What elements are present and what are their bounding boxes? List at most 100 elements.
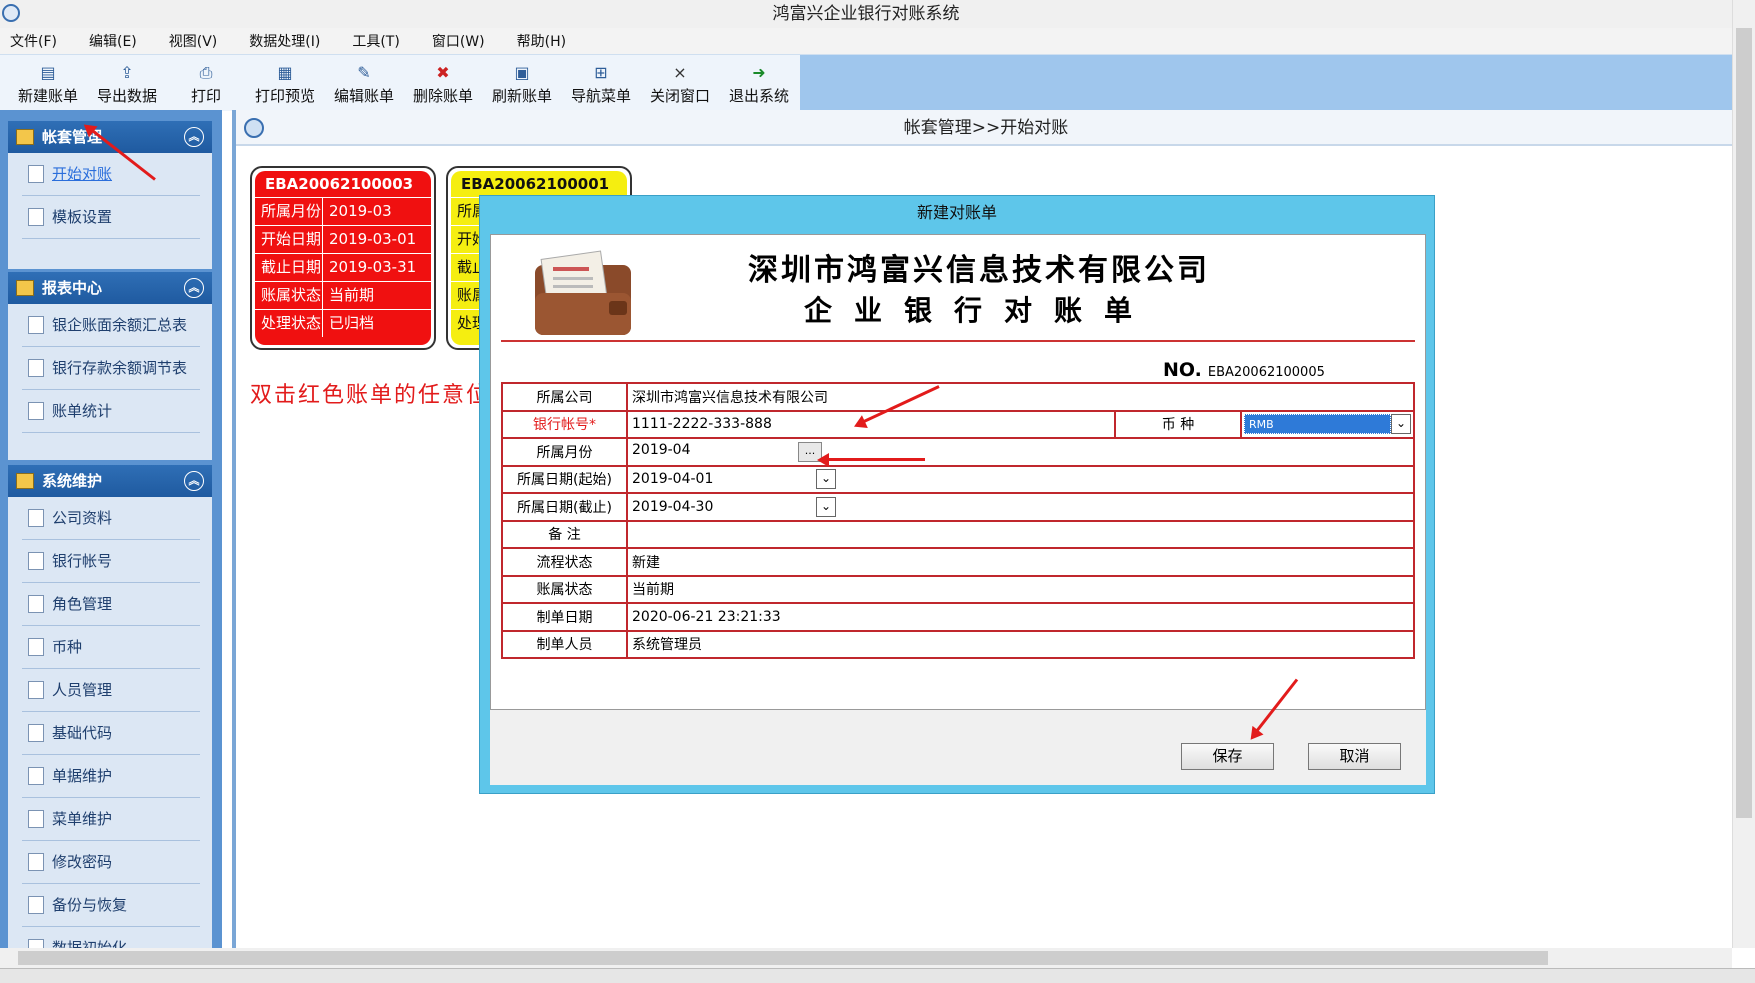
- note-field[interactable]: [626, 519, 1415, 549]
- collapse-icon[interactable]: ︽: [184, 471, 204, 491]
- scroll-thumb[interactable]: [18, 951, 1548, 965]
- sidebar-item-staff[interactable]: 人员管理: [22, 669, 200, 712]
- app-icon: [2, 4, 20, 22]
- sidebar-item-start-reconcile[interactable]: 开始对账: [22, 153, 200, 196]
- refresh-bill-button[interactable]: ▣ 刷新账单: [484, 57, 560, 109]
- document-icon: [28, 939, 44, 948]
- menu-view[interactable]: 视图(V): [165, 31, 222, 51]
- document-icon: [28, 853, 44, 871]
- bill-key: 处理状态: [255, 310, 323, 337]
- sidebar-item-template[interactable]: 模板设置: [22, 196, 200, 239]
- bill-number-value: EBA20062100005: [1207, 365, 1325, 380]
- collapse-icon[interactable]: ︽: [184, 127, 204, 147]
- new-bill-dialog: 新建对账单 深圳市鸿富兴信息技术有限公司 企业银行对账单 NO. EBA20062…: [479, 195, 1435, 794]
- currency-select[interactable]: RMB ⌄: [1244, 413, 1411, 435]
- start-date-field[interactable]: 2019-04-01: [632, 471, 816, 487]
- account-field[interactable]: 1111-2222-333-888: [626, 409, 1116, 439]
- vertical-scrollbar[interactable]: [1732, 0, 1755, 948]
- scroll-thumb[interactable]: [1736, 28, 1752, 818]
- horizontal-scrollbar[interactable]: [0, 948, 1732, 968]
- breadcrumb: 帐套管理>>开始对账: [903, 118, 1069, 138]
- status-bar: [0, 968, 1755, 983]
- print-preview-button[interactable]: ▦ 打印预览: [247, 57, 323, 109]
- delete-bill-button[interactable]: ✖ 删除账单: [405, 57, 481, 109]
- document-icon: [28, 165, 44, 183]
- export-icon: ⇪: [120, 63, 134, 82]
- menu-help[interactable]: 帮助(H): [513, 31, 570, 51]
- bill-number: NO. EBA20062100005: [1163, 359, 1325, 381]
- company-field[interactable]: 深圳市鸿富兴信息技术有限公司: [626, 382, 1415, 412]
- document-title: 企业银行对账单: [803, 294, 1154, 327]
- menu-data[interactable]: 数据处理(I): [245, 31, 324, 51]
- group-header[interactable]: 报表中心 ︽: [8, 272, 212, 304]
- currency-label: 币 种: [1114, 409, 1242, 439]
- chevron-down-icon[interactable]: ⌄: [1391, 414, 1411, 435]
- window-titlebar: 鸿富兴企业银行对账系统: [0, 0, 1732, 28]
- window-title: 鸿富兴企业银行对账系统: [772, 4, 960, 24]
- menu-file[interactable]: 文件(F): [6, 31, 61, 51]
- sidebar-item-bill-stats[interactable]: 账单统计: [22, 390, 200, 433]
- note-label: 备 注: [501, 519, 628, 549]
- export-data-button[interactable]: ⇪ 导出数据: [89, 57, 165, 109]
- sidebar-item-menus[interactable]: 菜单维护: [22, 798, 200, 841]
- end-date-field[interactable]: 2019-04-30: [632, 499, 816, 515]
- sidebar-item-balance-summary[interactable]: 银企账面余额汇总表: [22, 304, 200, 347]
- company-name: 深圳市鸿富兴信息技术有限公司: [748, 253, 1210, 288]
- menu-window[interactable]: 窗口(W): [428, 31, 489, 51]
- collapse-icon[interactable]: ︽: [184, 278, 204, 298]
- document-icon: [28, 359, 44, 377]
- new-doc-icon: ▤: [40, 63, 56, 82]
- menu-tools[interactable]: 工具(T): [348, 31, 403, 51]
- sidebar-item-backup[interactable]: 备份与恢复: [22, 884, 200, 927]
- document-icon: [28, 208, 44, 226]
- bill-no: EBA20062100001: [461, 175, 610, 193]
- close-window-button[interactable]: × 关闭窗口: [642, 57, 718, 109]
- end-date-cell: 2019-04-30 ⌄: [626, 492, 1415, 522]
- flow-status-label: 流程状态: [501, 547, 628, 577]
- sidebar-item-documents[interactable]: 单据维护: [22, 755, 200, 798]
- bill-value: 已归档: [329, 314, 375, 332]
- document-icon: [28, 509, 44, 527]
- currency-cell: RMB ⌄: [1240, 409, 1415, 439]
- sidebar-item-currency[interactable]: 币种: [22, 626, 200, 669]
- save-button[interactable]: 保存: [1181, 743, 1274, 770]
- create-date-label: 制单日期: [501, 602, 628, 632]
- print-button[interactable]: ⎙ 打印: [168, 57, 244, 109]
- menu-edit[interactable]: 编辑(E): [85, 31, 141, 51]
- end-date-label: 所属日期(截止): [501, 492, 628, 522]
- sidebar-item-base-codes[interactable]: 基础代码: [22, 712, 200, 755]
- create-date-value: 2020-06-21 23:21:33: [626, 602, 1415, 632]
- exit-system-button[interactable]: ➜ 退出系统: [721, 57, 797, 109]
- dialog-footer: 保存 取消: [490, 710, 1426, 785]
- sidebar-item-bank-account[interactable]: 银行帐号: [22, 540, 200, 583]
- chevron-down-icon[interactable]: ⌄: [816, 469, 836, 490]
- edit-bill-button[interactable]: ✎ 编辑账单: [326, 57, 402, 109]
- title-divider: [501, 340, 1415, 342]
- chevron-down-icon[interactable]: ⌄: [816, 496, 836, 517]
- dialog-title: 新建对账单: [916, 203, 997, 222]
- content-header: 帐套管理>>开始对账: [236, 110, 1736, 146]
- sidebar: 帐套管理 ︽ 开始对账 模板设置 报表中心 ︽ 银企账面余额汇总表 银行存款余额调节…: [0, 110, 222, 948]
- sidebar-item-company[interactable]: 公司资料: [22, 497, 200, 540]
- bill-no: EBA20062100003: [265, 175, 414, 193]
- flow-status-value: 新建: [626, 547, 1415, 577]
- month-field[interactable]: 2019-04: [632, 442, 798, 458]
- document-icon: [28, 638, 44, 656]
- group-header[interactable]: 帐套管理 ︽: [8, 121, 212, 153]
- sidebar-item-roles[interactable]: 角色管理: [22, 583, 200, 626]
- cancel-button[interactable]: 取消: [1308, 743, 1401, 770]
- nav-menu-button[interactable]: ⊞ 导航菜单: [563, 57, 639, 109]
- grid-icon: [16, 129, 34, 145]
- bill-key: 账属状态: [255, 282, 323, 309]
- bill-value: 2019-03: [329, 202, 392, 220]
- sidebar-item-init[interactable]: 数据初始化: [22, 927, 200, 948]
- document-icon: [28, 595, 44, 613]
- close-icon: ×: [673, 63, 687, 82]
- sidebar-item-password[interactable]: 修改密码: [22, 841, 200, 884]
- sidebar-item-reconciliation-table[interactable]: 银行存款余额调节表: [22, 347, 200, 390]
- group-header[interactable]: 系统维护 ︽: [8, 465, 212, 497]
- bill-key: 截止日期: [255, 254, 323, 281]
- month-cell: 2019-04...: [626, 437, 1415, 467]
- bill-card-red[interactable]: EBA20062100003 所属月份 2019-03 开始日期 2019-03-0…: [250, 166, 436, 350]
- new-bill-button[interactable]: ▤ 新建账单: [10, 57, 86, 109]
